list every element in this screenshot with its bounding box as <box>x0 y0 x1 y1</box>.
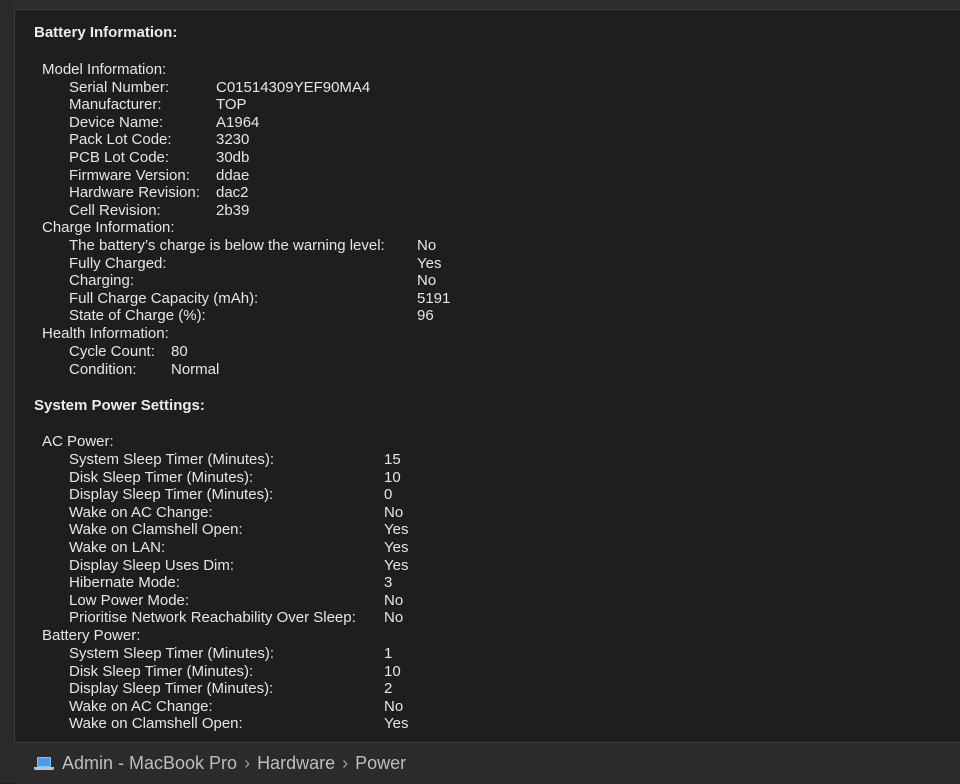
system-power-settings-title: System Power Settings: <box>34 397 205 414</box>
info-row-value: 80 <box>171 343 188 360</box>
info-row-value: 2b39 <box>216 201 250 219</box>
info-row-value: Yes <box>384 715 409 733</box>
laptop-icon <box>34 756 54 771</box>
info-row-label: System Sleep Timer (Minutes): <box>69 451 275 468</box>
info-row-label: Low Power Mode: <box>69 591 190 609</box>
info-row-value: 3230 <box>216 131 250 149</box>
chevron-right-icon: › <box>342 753 349 773</box>
info-row-value: No <box>417 237 437 254</box>
breadcrumb-hardware[interactable]: Hardware <box>257 753 335 774</box>
info-row-value: No <box>384 503 404 521</box>
info-row-label: Cell Revision: <box>69 201 161 219</box>
info-row-value: 0 <box>384 486 393 504</box>
info-row-value: 10 <box>384 468 401 486</box>
info-row-value: TOP <box>216 96 247 114</box>
charge-information-header: Charge Information: <box>42 219 175 236</box>
info-row-value: 2 <box>384 680 393 698</box>
info-row-label: Condition: <box>69 360 137 378</box>
info-row-value: C01514309YEF90MA4 <box>216 78 371 96</box>
info-row-label: Disk Sleep Timer (Minutes): <box>69 468 254 486</box>
info-row-label: Hibernate Mode: <box>69 574 180 592</box>
info-row-label: Manufacturer: <box>69 96 162 114</box>
info-row-label: Wake on LAN: <box>69 539 166 556</box>
ac-power-header: AC Power: <box>42 433 114 450</box>
info-row-label: PCB Lot Code: <box>69 148 170 166</box>
detail-pane: Battery Information: Model Information: … <box>15 10 960 742</box>
info-row-label: Pack Lot Code: <box>69 131 172 149</box>
info-row-value: Yes <box>384 539 409 556</box>
battery-power-header: Battery Power: <box>42 627 141 644</box>
info-row-label: Charging: <box>69 272 135 290</box>
info-row-label: Prioritise Network Reachability Over Sle… <box>69 609 356 627</box>
info-row-label: Display Sleep Uses Dim: <box>69 556 235 574</box>
info-row-value: A1964 <box>216 113 260 131</box>
info-row-value: 5191 <box>417 289 451 307</box>
info-row-value: 1 <box>384 645 393 662</box>
info-row-label: Wake on AC Change: <box>69 697 213 715</box>
info-row-label: Hardware Revision: <box>69 184 200 202</box>
health-information-header: Health Information: <box>42 325 169 342</box>
sidebar-edge <box>0 0 15 783</box>
breadcrumb-power[interactable]: Power <box>355 753 406 774</box>
info-row-value: 15 <box>384 451 401 468</box>
info-row-value: No <box>417 272 437 290</box>
breadcrumb-device[interactable]: Admin - MacBook Pro <box>62 753 237 774</box>
info-row-value: Yes <box>417 254 442 272</box>
info-row-label: Display Sleep Timer (Minutes): <box>69 680 274 698</box>
info-row-label: Display Sleep Timer (Minutes): <box>69 486 274 504</box>
info-row-label: Device Name: <box>69 113 164 131</box>
info-row-label: State of Charge (%): <box>69 307 206 325</box>
info-row-value: No <box>384 591 404 609</box>
battery-information-title: Battery Information: <box>34 24 178 41</box>
info-row-label: Full Charge Capacity (mAh): <box>69 289 259 307</box>
info-row-value: Normal <box>171 360 220 378</box>
system-information-window: Battery Information: Model Information: … <box>0 0 960 784</box>
info-row-value: No <box>384 697 404 715</box>
info-row-value: No <box>384 609 404 627</box>
info-row-label: System Sleep Timer (Minutes): <box>69 645 275 662</box>
info-row-label: Wake on Clamshell Open: <box>69 715 243 733</box>
info-row-value: 10 <box>384 662 401 680</box>
info-row-label: Disk Sleep Timer (Minutes): <box>69 662 254 680</box>
info-row-value: Yes <box>384 556 409 574</box>
info-row-label: Cycle Count: <box>69 343 155 360</box>
info-row-label: Wake on AC Change: <box>69 503 213 521</box>
info-row-label: Wake on Clamshell Open: <box>69 521 243 539</box>
info-row-label: Fully Charged: <box>69 254 167 272</box>
info-row-label: Firmware Version: <box>69 166 190 184</box>
info-row-value: 30db <box>216 148 250 166</box>
top-divider <box>14 0 960 10</box>
path-bar: Admin - MacBook Pro › Hardware › Power <box>14 742 960 784</box>
model-information-header: Model Information: <box>42 61 167 78</box>
info-row-value: 96 <box>417 307 434 325</box>
info-row-value: Yes <box>384 521 409 539</box>
info-row-value: 3 <box>384 574 393 592</box>
info-row-value: ddae <box>216 166 250 184</box>
info-row-label: The battery’s charge is below the warnin… <box>69 237 385 254</box>
info-row-value: dac2 <box>216 184 249 202</box>
chevron-right-icon: › <box>244 753 251 773</box>
info-row-label: Serial Number: <box>69 78 170 96</box>
